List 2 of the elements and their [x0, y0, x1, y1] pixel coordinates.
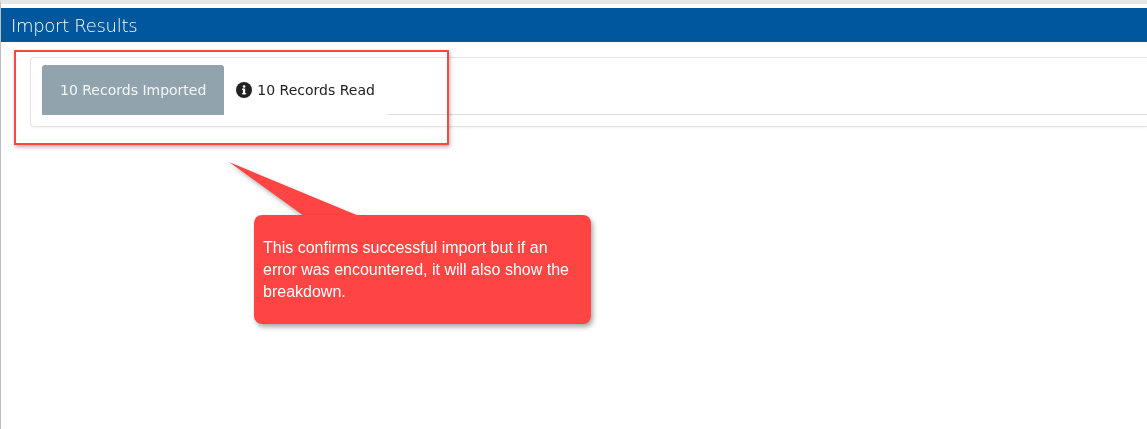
- info-icon: [236, 82, 253, 98]
- window-title: Import Results: [11, 14, 138, 36]
